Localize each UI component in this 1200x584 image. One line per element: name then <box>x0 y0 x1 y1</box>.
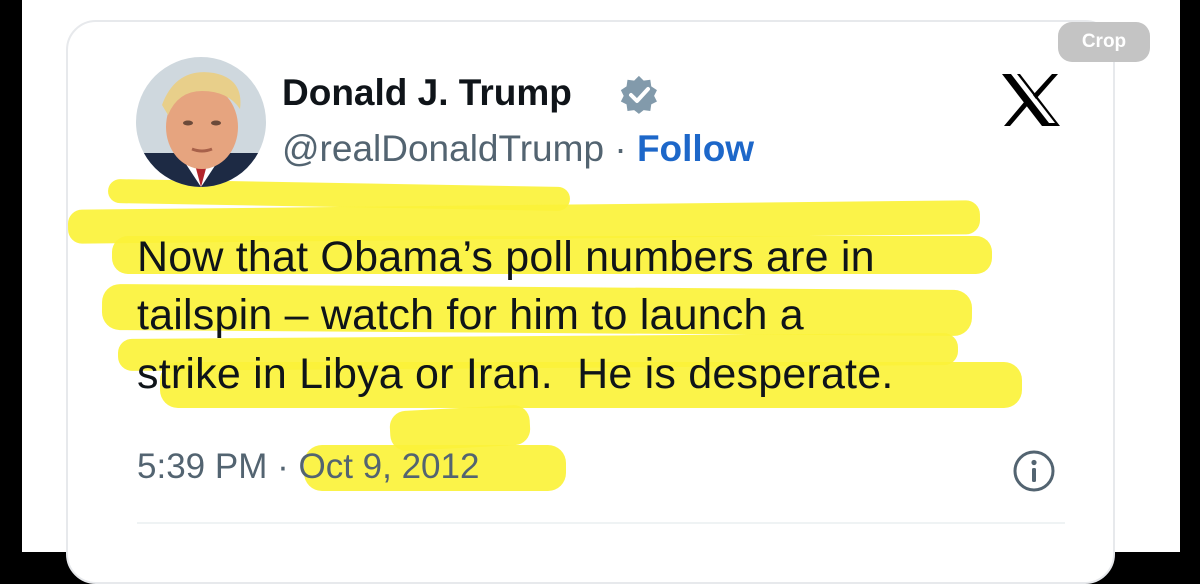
x-logo-icon[interactable] <box>1000 72 1062 128</box>
info-icon[interactable] <box>1011 448 1057 494</box>
author-handle[interactable]: @realDonaldTrump <box>282 128 604 169</box>
author-handle-row: @realDonaldTrump · Follow <box>282 128 754 170</box>
follow-button[interactable]: Follow <box>637 128 754 169</box>
tweet-text-line: strike in Libya or Iran. He is desperate… <box>137 350 894 398</box>
verified-badge-icon <box>620 75 657 114</box>
handle-separator: · <box>614 128 627 169</box>
timestamp-separator: · <box>277 447 289 486</box>
card-divider <box>137 522 1065 524</box>
tweet-date: Oct 9, 2012 <box>298 447 480 486</box>
crop-button[interactable]: Crop <box>1058 22 1150 62</box>
tweet-time: 5:39 PM <box>137 447 268 486</box>
author-avatar[interactable] <box>136 57 266 187</box>
tweet-timestamp[interactable]: 5:39 PM · Oct 9, 2012 <box>137 447 479 487</box>
tweet-text-line: Now that Obama’s poll numbers are in <box>137 233 875 281</box>
author-name[interactable]: Donald J. Trump <box>282 72 572 114</box>
tweet-text-line: tailspin – watch for him to launch a <box>137 291 804 339</box>
